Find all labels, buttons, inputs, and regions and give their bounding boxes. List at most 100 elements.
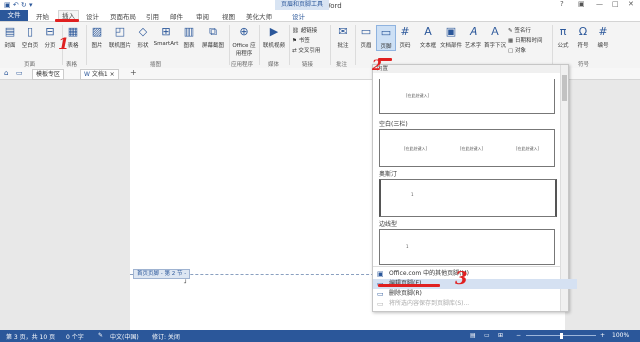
symbol-button[interactable]: Ω 符号	[574, 25, 592, 49]
calendar-icon: ▦	[508, 38, 514, 44]
group-label-apps: 应用程序	[231, 62, 254, 68]
language-status[interactable]: 中文(中国)	[110, 332, 139, 341]
ribbon: ▤ 封面 ▯ 空白页 ⊟ 分页 页面 ▦ 表格 表格 ▨ 图片 ◰ 联机图片 ◇ 形状 ⊞ Sm…	[0, 22, 640, 69]
equation-button[interactable]: π 公式	[554, 25, 572, 49]
signature-icon: ✎	[508, 28, 513, 34]
screenshot-button[interactable]: ⧉ 屏幕截图	[199, 25, 227, 49]
page-count-status[interactable]: 第 3 页，共 10 页	[6, 332, 55, 341]
group-label-media: 媒体	[268, 62, 280, 68]
print-layout-icon[interactable]: ▭	[484, 332, 490, 339]
gallery-label-austin: 奥斯汀	[379, 171, 398, 178]
shapes-button[interactable]: ◇ 形状	[134, 25, 152, 49]
tab-review[interactable]: 审阅	[196, 11, 209, 21]
close-icon[interactable]: ✕	[628, 0, 634, 8]
number-icon: #	[598, 25, 608, 38]
tab-page-layout[interactable]: 页面布局	[110, 11, 136, 21]
remove-footer-item[interactable]: ▭ 删除页脚(R)	[373, 289, 577, 299]
footer-dropdown-menu[interactable]: 内置 [在此处键入] 空白(三栏) [在此处键入] [在此处键入] [在此处键入…	[372, 64, 577, 312]
tab-beautify[interactable]: 美化大师	[246, 11, 272, 21]
annotation-underline-edit-footer	[378, 284, 440, 287]
quick-parts-button[interactable]: ▣ 文档部件	[440, 25, 462, 49]
office-apps-button[interactable]: ⊕ Office 应用程序	[231, 25, 257, 57]
smartart-icon: ⊞	[161, 25, 171, 38]
bookmark-button[interactable]: ⚑ 书签	[292, 36, 310, 44]
cover-icon: ▤	[4, 25, 16, 38]
tab-home[interactable]: 开始	[36, 11, 49, 21]
zoom-level[interactable]: 100%	[612, 332, 629, 339]
chart-button[interactable]: ▥ 图表	[180, 25, 198, 49]
page-break-button[interactable]: ⊟ 分页	[42, 25, 58, 49]
group-separator	[552, 25, 553, 65]
group-separator	[86, 25, 87, 65]
zoom-out-icon[interactable]: −	[516, 332, 521, 339]
scrollbar-thumb[interactable]	[562, 75, 567, 101]
footer-gallery-item-sideline[interactable]: 1	[379, 229, 555, 265]
omega-icon: Ω	[578, 25, 588, 38]
word-count-status[interactable]: 0 个字	[66, 332, 84, 341]
annotation-number-1: 1	[58, 34, 70, 53]
proofing-icon[interactable]: ✎	[98, 332, 103, 339]
folder-icon[interactable]: ▭	[16, 69, 23, 77]
signature-button[interactable]: ✎ 签名行	[508, 26, 531, 34]
smartart-button[interactable]: ⊞ SmartArt	[153, 25, 179, 47]
picture-button[interactable]: ▨ 图片	[88, 25, 106, 49]
add-tab-button[interactable]: +	[130, 68, 137, 77]
online-picture-button[interactable]: ◰ 联机图片	[107, 25, 133, 49]
tab-hf-design[interactable]: 设计	[292, 11, 305, 21]
footer-gallery-item-blank[interactable]: [在此处键入]	[379, 79, 555, 114]
tab-mailings[interactable]: 邮件	[170, 11, 183, 21]
page-number-button[interactable]: # 页码	[396, 25, 414, 49]
track-changes-status[interactable]: 修订: 关闭	[152, 332, 180, 341]
textbox-icon: A	[424, 25, 432, 38]
blank-page-icon: ▯	[26, 25, 34, 38]
tab-design[interactable]: 设计	[86, 11, 99, 21]
web-layout-icon[interactable]: ⊞	[498, 332, 503, 339]
online-video-button[interactable]: ▶ 联机视频	[261, 25, 287, 49]
header-button[interactable]: ▭ 页眉	[357, 25, 375, 49]
picture-icon: ▨	[91, 25, 103, 38]
textbox-button[interactable]: A 文本框	[418, 25, 438, 49]
group-label-comments: 批注	[336, 62, 348, 68]
page-number-icon: #	[400, 25, 410, 38]
read-mode-icon[interactable]: ▤	[470, 332, 476, 339]
help-icon[interactable]: ?	[560, 0, 564, 8]
sample-placeholder: 1	[411, 192, 414, 197]
gallery-label-sideline: 边线型	[379, 221, 398, 228]
comment-button[interactable]: ✉ 批注	[333, 25, 353, 49]
footer-button[interactable]: ▭ 页脚	[376, 25, 396, 51]
page-break-icon: ⊟	[45, 25, 55, 38]
zoom-slider-thumb[interactable]	[560, 333, 563, 339]
hyperlink-button[interactable]: ⛓ 超链接	[292, 26, 317, 34]
tab-document[interactable]: W 文档1 ×	[80, 69, 119, 80]
sample-placeholder: [在此处键入]	[404, 146, 428, 151]
bookmark-icon: ⚑	[292, 38, 297, 44]
footer-gallery-item-austin[interactable]: 1	[379, 179, 557, 217]
tab-file[interactable]: 文件	[0, 10, 28, 21]
wordart-button[interactable]: 𝐴 艺术字	[463, 25, 483, 49]
tab-template-zone[interactable]: 模板专区	[32, 69, 65, 80]
comment-icon: ✉	[338, 25, 348, 38]
blank-page-button[interactable]: ▯ 空白页	[20, 25, 40, 49]
word-icon: W	[84, 71, 90, 78]
office-icon: ▣	[377, 270, 384, 278]
dropcap-button[interactable]: Ａ 首字下沉	[484, 25, 506, 49]
zoom-in-icon[interactable]: +	[600, 332, 605, 339]
ribbon-tabs: 文件 开始 插入 设计 页面布局 引用 邮件 审阅 视图 美化大师 设计	[0, 10, 640, 22]
group-separator	[289, 25, 290, 65]
cover-button[interactable]: ▤ 封面	[2, 25, 18, 49]
cross-ref-button[interactable]: ⇄ 交叉引用	[292, 46, 320, 54]
sample-placeholder: [在此处键入]	[406, 93, 430, 98]
close-tab-icon[interactable]: ×	[110, 71, 115, 78]
number-button[interactable]: # 编号	[594, 25, 612, 49]
footer-gallery-item-three-column[interactable]: [在此处键入] [在此处键入] [在此处键入]	[379, 129, 555, 167]
maximize-icon[interactable]: □	[612, 0, 619, 8]
datetime-button[interactable]: ▦ 日期和时间	[508, 36, 542, 44]
tab-view[interactable]: 视图	[222, 11, 235, 21]
object-button[interactable]: ▢ 对象	[508, 46, 526, 54]
text-cursor: ┘	[184, 280, 188, 287]
home-icon[interactable]: ⌂	[4, 69, 8, 77]
ribbon-options-icon[interactable]: ▣	[578, 0, 585, 8]
more-footers-office-item[interactable]: ▣ Office.com 中的其他页脚(M)	[373, 269, 577, 279]
tab-references[interactable]: 引用	[146, 11, 159, 21]
minimize-icon[interactable]: —	[596, 0, 603, 8]
